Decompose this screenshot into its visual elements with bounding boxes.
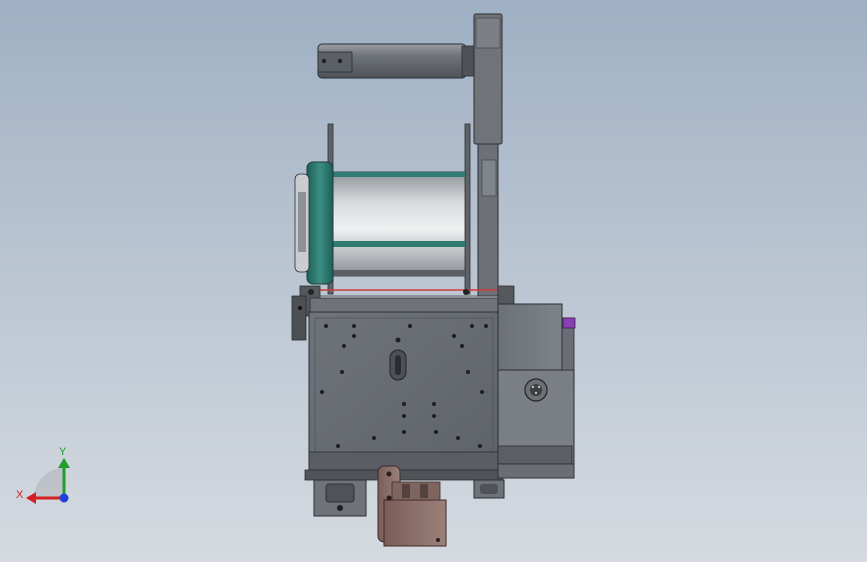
reel-core[interactable]	[294, 173, 310, 273]
coordinate-triad: Y X	[16, 446, 70, 504]
top-roller[interactable]	[317, 43, 475, 79]
bottom-clamp-left[interactable]	[313, 479, 367, 517]
reel-flange[interactable]	[306, 161, 334, 285]
connector-socket[interactable]	[524, 378, 548, 402]
x-axis-arrowhead	[26, 492, 36, 504]
status-led	[562, 317, 576, 329]
label-path-line	[318, 289, 500, 297]
main-body-plate[interactable]	[304, 311, 504, 481]
bottom-clamp-right[interactable]	[473, 479, 505, 499]
y-axis-arrowhead	[58, 458, 70, 468]
x-axis-label: X	[16, 489, 24, 501]
triad-plane	[34, 468, 64, 498]
cad-viewport[interactable]: Y X	[0, 0, 867, 562]
back-plate[interactable]	[473, 13, 503, 297]
label-reel[interactable]	[332, 171, 466, 277]
cad-scene[interactable]: Y X	[0, 0, 867, 562]
y-axis-label: Y	[59, 446, 67, 458]
z-axis-dot	[59, 493, 69, 503]
